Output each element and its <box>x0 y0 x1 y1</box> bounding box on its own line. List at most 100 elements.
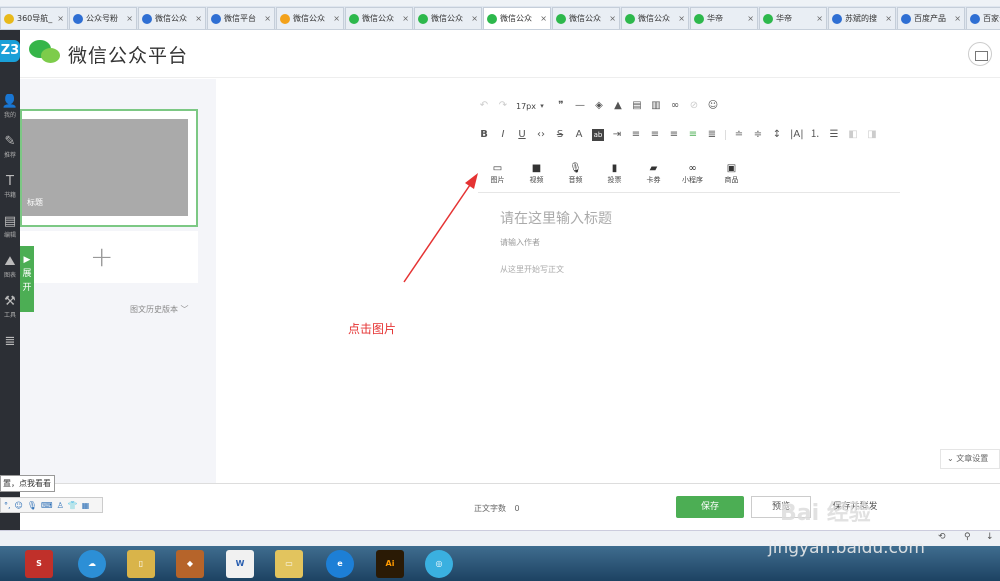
letter-spacing-icon[interactable]: |A| <box>790 129 804 141</box>
taskbar-app-ie-icon[interactable]: e <box>326 550 354 578</box>
browser-tab[interactable]: 华帝 × <box>759 7 827 29</box>
undo-icon[interactable]: ↶ <box>478 100 490 112</box>
horizontal-rule-icon[interactable]: — <box>574 100 586 112</box>
sidebar-item[interactable]: ≣ <box>0 334 20 370</box>
underline-icon[interactable]: U <box>516 129 528 141</box>
ordered-list-icon[interactable]: ⒈ <box>809 129 821 141</box>
mail-icon[interactable] <box>968 42 992 66</box>
app-logo[interactable]: Z3 <box>0 40 20 62</box>
line-height-icon[interactable]: ↕ <box>771 129 783 141</box>
insert-vote-button[interactable]: ▮ 投票 <box>595 162 634 185</box>
tab-close-icon[interactable]: × <box>195 14 202 23</box>
tab-close-icon[interactable]: × <box>678 14 685 23</box>
bold-icon[interactable]: B <box>478 129 490 141</box>
browser-tab[interactable]: 360导航_ × <box>0 7 68 29</box>
taskbar-app-word-icon[interactable]: W <box>226 550 254 578</box>
tab-close-icon[interactable]: × <box>402 14 409 23</box>
taskbar-app-game-icon[interactable]: ◆ <box>176 550 204 578</box>
float-left-icon[interactable]: ◧ <box>847 129 859 141</box>
taskbar-app-browser-icon[interactable]: ◎ <box>425 550 453 578</box>
sidebar-item[interactable]: 👤 我的 <box>0 94 20 130</box>
sidebar-item[interactable]: ⚒ 工具 <box>0 294 20 330</box>
article-card[interactable]: 标题 <box>20 109 198 227</box>
browser-tab[interactable]: 微信公众 × <box>552 7 620 29</box>
add-article-button[interactable]: + <box>20 231 198 283</box>
float-right-icon[interactable]: ◨ <box>866 129 878 141</box>
sidebar-item[interactable]: T 书籍 <box>0 174 20 210</box>
taskbar-app-explorer-icon[interactable]: ▭ <box>275 550 303 578</box>
align-distribute-icon[interactable]: ≣ <box>706 129 718 141</box>
taskbar-app-folder-icon[interactable]: ▯ <box>127 550 155 578</box>
author-input[interactable]: 请输入作者 <box>500 237 540 248</box>
ime-skin-icon[interactable]: 👕 <box>68 501 78 510</box>
spacing-after-icon[interactable]: ≑ <box>752 129 764 141</box>
insert-card-button[interactable]: ▰ 卡券 <box>634 162 673 185</box>
browser-tab[interactable]: 微信公众 × <box>138 7 206 29</box>
history-versions-link[interactable]: 图文历史版本 ﹀ <box>130 304 189 315</box>
tab-close-icon[interactable]: × <box>540 14 547 23</box>
article-settings-button[interactable]: ⌄ 文章设置 <box>940 449 1000 469</box>
ime-punct-icon[interactable]: °, <box>4 501 11 510</box>
tab-close-icon[interactable]: × <box>57 14 64 23</box>
highlight-icon[interactable]: ab <box>592 129 604 141</box>
unlink-icon[interactable]: ⊘ <box>688 100 700 112</box>
ime-user-icon[interactable]: ♙ <box>57 501 64 510</box>
tab-close-icon[interactable]: × <box>609 14 616 23</box>
align-justify-icon[interactable]: ≡ <box>687 129 699 141</box>
dropdown-caret-icon[interactable]: ▾ <box>536 100 548 112</box>
browser-tab[interactable]: 华帝 × <box>690 7 758 29</box>
emoji-icon[interactable]: ☺ <box>707 100 719 112</box>
title-input[interactable]: 请在这里输入标题 <box>500 208 612 228</box>
sidebar-item[interactable]: ▤ 编辑 <box>0 214 20 250</box>
pin-icon[interactable]: ⚲ <box>964 532 971 542</box>
sidebar-item[interactable]: ⛰ 图表 <box>0 254 20 290</box>
tab-close-icon[interactable]: × <box>333 14 340 23</box>
browser-tab[interactable]: 公众号粉 × <box>69 7 137 29</box>
tab-close-icon[interactable]: × <box>471 14 478 23</box>
align-center-icon[interactable]: ≡ <box>649 129 661 141</box>
strikethrough-icon[interactable]: S <box>554 129 566 141</box>
tab-close-icon[interactable]: × <box>816 14 823 23</box>
unordered-list-icon[interactable]: ☰ <box>828 129 840 141</box>
code-icon[interactable]: ‹› <box>535 129 547 141</box>
tab-close-icon[interactable]: × <box>264 14 271 23</box>
clear-format-icon[interactable]: ▲ <box>612 100 624 112</box>
browser-tab[interactable]: 百度产品 × <box>897 7 965 29</box>
indent-icon[interactable]: ⇥ <box>611 129 623 141</box>
italic-icon[interactable]: I <box>497 129 509 141</box>
quote-icon[interactable]: ❞ <box>555 100 567 112</box>
insert-mic-button[interactable]: 🎙 音频 <box>556 162 595 185</box>
browser-tab[interactable]: 微信公众 × <box>483 7 551 29</box>
browser-tab[interactable]: 微信公众 × <box>621 7 689 29</box>
tab-close-icon[interactable]: × <box>885 14 892 23</box>
browser-tab[interactable]: 苏斌的搜 × <box>828 7 896 29</box>
browser-tab[interactable]: 微信公众 × <box>414 7 482 29</box>
browser-tab[interactable]: 微信公众 × <box>276 7 344 29</box>
ime-emoji-icon[interactable]: ☺ <box>15 501 23 510</box>
align-left-icon[interactable]: ≡ <box>630 129 642 141</box>
format-painter-icon[interactable]: ◈ <box>593 100 605 112</box>
tab-close-icon[interactable]: × <box>126 14 133 23</box>
download-icon[interactable]: ↓ <box>986 532 994 542</box>
taskbar-app-sai-icon[interactable]: S <box>25 550 53 578</box>
insert-goods-button[interactable]: ▣ 商品 <box>712 162 751 185</box>
font-size-select[interactable]: 17px <box>516 102 536 111</box>
browser-tab[interactable]: 百家号× <box>966 7 1000 29</box>
sidebar-item[interactable]: ✎ 推荐 <box>0 134 20 170</box>
body-input[interactable]: 从这里开始写正文 <box>500 264 564 275</box>
redo-icon[interactable]: ↷ <box>497 100 509 112</box>
ime-mic-icon[interactable]: 🎙 <box>27 501 37 510</box>
ime-keyboard-icon[interactable]: ⌨ <box>41 501 53 510</box>
insert-miniprogram-button[interactable]: ∞ 小程序 <box>673 162 712 185</box>
browser-tab[interactable]: 微信公众 × <box>345 7 413 29</box>
taskbar-app-illustrator-icon[interactable]: Ai <box>376 550 404 578</box>
ime-tip[interactable]: 置，点我看看 <box>0 475 55 492</box>
link-icon[interactable]: ∞ <box>669 100 681 112</box>
insert-video-button[interactable]: ■ 视频 <box>517 162 556 185</box>
font-color-icon[interactable]: A <box>573 129 585 141</box>
save-button[interactable]: 保存 <box>676 496 744 518</box>
insert-image-button[interactable]: ▭ 图片 <box>478 162 517 185</box>
document-icon[interactable]: ▥ <box>650 100 662 112</box>
tab-close-icon[interactable]: × <box>747 14 754 23</box>
template-icon[interactable]: ▤ <box>631 100 643 112</box>
